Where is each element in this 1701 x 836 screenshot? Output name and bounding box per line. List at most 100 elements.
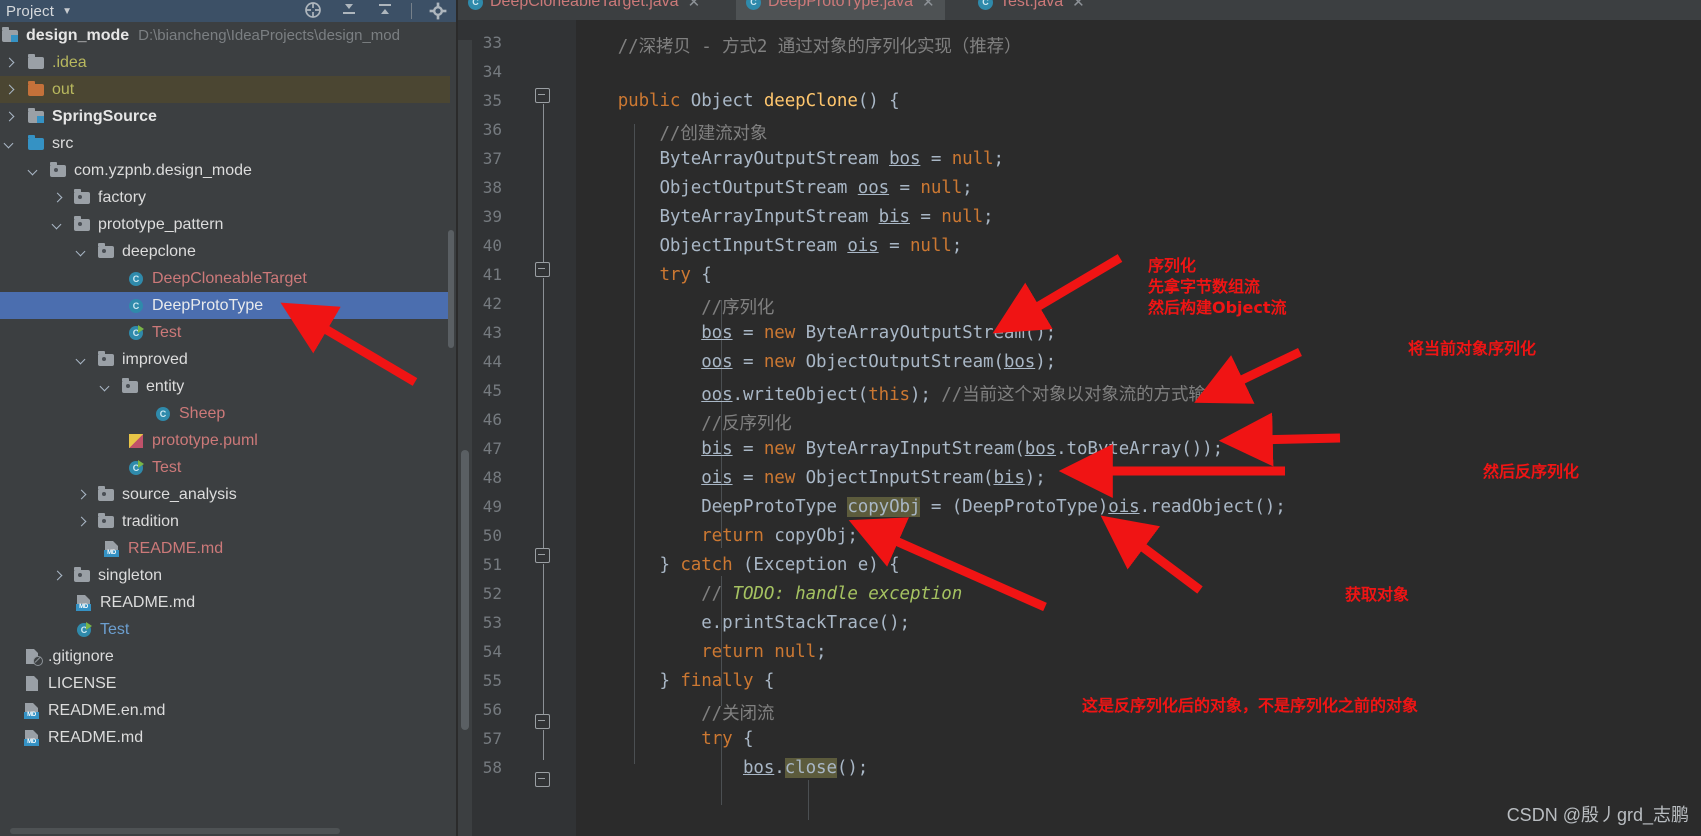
close-icon[interactable]: ✕	[922, 0, 935, 11]
chevron-right-icon[interactable]	[50, 191, 64, 205]
tree-row-test-com[interactable]: C Test	[0, 616, 450, 643]
text-file-icon	[24, 675, 42, 692]
line-number: 45	[482, 381, 502, 400]
tree-row-deepprototype[interactable]: C DeepProtoType	[0, 292, 450, 319]
fold-marker-method[interactable]	[535, 88, 550, 103]
line-number: 51	[482, 555, 502, 574]
line-number: 57	[482, 729, 502, 748]
tree-row-prototype-pattern[interactable]: prototype_pattern	[0, 211, 450, 238]
tab-deepprototype[interactable]: C DeepProtoType.java ✕	[736, 0, 945, 20]
close-icon[interactable]: ✕	[1072, 0, 1085, 11]
tree-row-source-analysis[interactable]: source_analysis	[0, 481, 450, 508]
tree-label: .gitignore	[48, 647, 114, 665]
tree-label: deepclone	[122, 242, 196, 260]
package-icon	[98, 513, 116, 530]
project-tree[interactable]: design_mode D:\biancheng\IdeaProjects\de…	[0, 22, 450, 812]
line-number: 33	[482, 33, 502, 52]
tree-row-src[interactable]: src	[0, 130, 450, 157]
chevron-down-icon[interactable]	[74, 245, 88, 259]
tree-row-test-deepclone[interactable]: C Test	[0, 319, 450, 346]
line-number: 53	[482, 613, 502, 632]
editor-gutter[interactable]: 33 34 35 36 37 38 39 40 41 42 43 44 45 4…	[458, 20, 576, 836]
tree-row-readme-prototype[interactable]: README.md	[0, 535, 450, 562]
tree-row-root[interactable]: design_mode D:\biancheng\IdeaProjects\de…	[0, 22, 450, 49]
locate-icon[interactable]	[303, 1, 323, 21]
settings-gear-icon[interactable]	[428, 1, 448, 21]
tree-row-readme-en[interactable]: README.en.md	[0, 697, 450, 724]
java-class-icon: C	[128, 298, 146, 314]
fold-marker-finally[interactable]	[535, 714, 550, 729]
chevron-right-icon[interactable]	[74, 488, 88, 502]
package-icon	[50, 162, 68, 179]
tree-label: prototype_pattern	[98, 215, 224, 233]
tree-label: SpringSource	[52, 107, 157, 125]
module-icon	[28, 108, 46, 125]
toolbar-separator	[411, 3, 412, 19]
tree-label: README.md	[100, 593, 196, 611]
tree-label: DeepProtoType	[152, 296, 264, 314]
tree-label: DeepCloneableTarget	[152, 269, 307, 287]
chevron-right-icon[interactable]	[2, 110, 16, 124]
chevron-down-icon[interactable]	[98, 380, 112, 394]
line-number: 55	[482, 671, 502, 690]
chevron-down-icon[interactable]	[74, 353, 88, 367]
chevron-right-icon[interactable]	[2, 56, 16, 70]
tree-row-deepclone[interactable]: deepclone	[0, 238, 450, 265]
fold-marker-try[interactable]	[535, 262, 550, 277]
tree-row-deepcloneabletarget[interactable]: C DeepCloneableTarget	[0, 265, 450, 292]
tree-row-readme-root[interactable]: README.md	[0, 724, 450, 751]
tree-row-license[interactable]: LICENSE	[0, 670, 450, 697]
puml-file-icon	[128, 433, 146, 449]
fold-marker-catch[interactable]	[535, 548, 550, 563]
tree-label: singleton	[98, 566, 163, 584]
tab-test[interactable]: C Test.java ✕	[968, 0, 1095, 20]
line-number: 39	[482, 207, 502, 226]
chevron-right-icon[interactable]	[2, 83, 16, 97]
tree-row-out[interactable]: out	[0, 76, 450, 103]
anno-get-object: 获取对象	[1345, 585, 1410, 604]
java-class-runnable-icon: C	[76, 621, 94, 638]
tree-row-entity[interactable]: entity	[0, 373, 450, 400]
editor-area: C DeepCloneableTarget.java ✕ C DeepProto…	[458, 0, 1701, 836]
tree-label: Test	[152, 458, 182, 476]
chevron-down-icon[interactable]	[2, 137, 16, 151]
project-horizontal-scrollbar[interactable]	[10, 828, 340, 834]
tree-label: source_analysis	[122, 485, 237, 503]
project-panel-header: Project ▼	[0, 0, 458, 22]
markdown-file-icon	[104, 540, 122, 557]
tree-row-singleton[interactable]: singleton	[0, 562, 450, 589]
package-icon	[122, 378, 140, 395]
chevron-right-icon[interactable]	[50, 569, 64, 583]
line-number: 49	[482, 497, 502, 516]
tree-row-tradition[interactable]: tradition	[0, 508, 450, 535]
tab-deepcloneabletarget[interactable]: C DeepCloneableTarget.java ✕	[458, 0, 710, 20]
tree-label: out	[52, 80, 75, 98]
collapse-all-icon[interactable]	[339, 1, 359, 21]
tree-row-improved[interactable]: improved	[0, 346, 450, 373]
tree-label: README.md	[128, 539, 224, 557]
anno-serialize-line-1: 序列化	[1148, 256, 1197, 275]
tree-row-factory[interactable]: factory	[0, 184, 450, 211]
chevron-down-icon[interactable]	[26, 164, 40, 178]
tree-label: LICENSE	[48, 674, 117, 692]
tree-row-prototype-puml[interactable]: prototype.puml	[0, 427, 450, 454]
package-icon	[74, 567, 92, 584]
tree-row-springsource[interactable]: SpringSource	[0, 103, 450, 130]
chevron-down-icon[interactable]: ▼	[62, 6, 72, 17]
chevron-right-icon[interactable]	[74, 515, 88, 529]
line-number: 47	[482, 439, 502, 458]
chevron-down-icon[interactable]	[50, 218, 64, 232]
close-icon[interactable]: ✕	[688, 0, 701, 11]
tree-row-readme-com[interactable]: README.md	[0, 589, 450, 616]
tree-row-test-improved[interactable]: C Test	[0, 454, 450, 481]
project-vertical-scrollbar[interactable]	[448, 230, 454, 348]
tree-row-package-root[interactable]: com.yzpnb.design_mode	[0, 157, 450, 184]
tree-label: Sheep	[179, 404, 226, 422]
tree-row-sheep[interactable]: C Sheep	[0, 400, 450, 427]
fold-marker-inner-try[interactable]	[535, 772, 550, 787]
fold-line	[542, 278, 544, 548]
tree-row-gitignore[interactable]: .gitignore	[0, 643, 450, 670]
expand-all-icon[interactable]	[375, 1, 395, 21]
tree-row-idea[interactable]: .idea	[0, 49, 450, 76]
anno-serialize-line-3: 然后构建Object流	[1148, 298, 1287, 317]
